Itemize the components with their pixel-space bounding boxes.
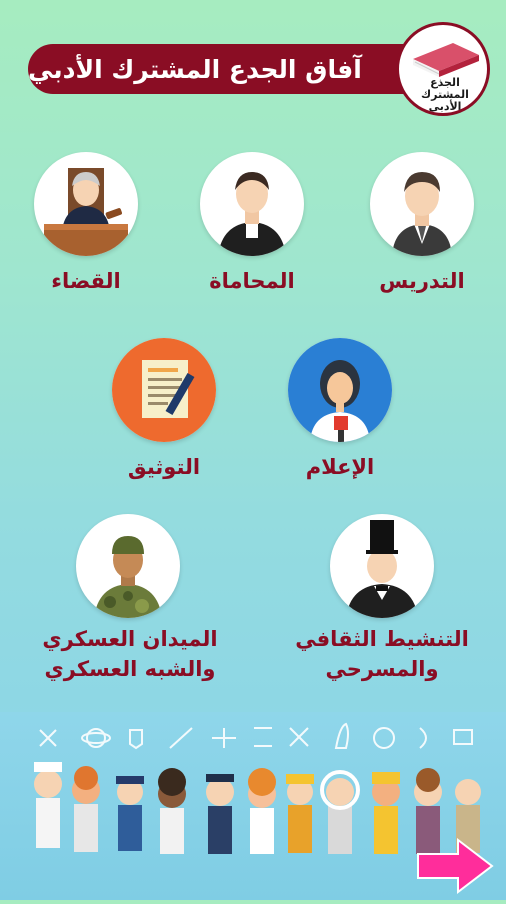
page-title: آفاق الجدع المشترك الأدبي — [28, 54, 362, 84]
soldier-circle[interactable] — [76, 514, 180, 618]
teacher-circle[interactable] — [370, 152, 474, 256]
lawyer-circle[interactable] — [200, 152, 304, 256]
teacher-icon — [392, 172, 452, 256]
career-label-media: الإعلام — [305, 455, 375, 479]
career-label-military-line2: والشبه العسكري — [44, 657, 216, 681]
career-label-judiciary: القضاء — [51, 269, 121, 293]
career-label-law: المحاماة — [209, 269, 295, 293]
lawyer-icon — [218, 172, 286, 256]
journalist-icon — [288, 338, 392, 442]
career-label-cultural-animation: التنشيط الثقافي والمسرحي — [276, 624, 488, 684]
career-label-military-line1: الميدان العسكري — [42, 627, 218, 651]
magician-icon — [346, 520, 418, 618]
next-button[interactable] — [414, 837, 494, 895]
career-label-cultural-line2: والمسرحي — [325, 657, 439, 681]
judge-circle[interactable] — [34, 152, 138, 256]
document-circle[interactable] — [112, 338, 216, 442]
badge-label: الجذع المشترك الأدبي — [421, 76, 469, 113]
soldier-icon — [94, 536, 162, 618]
journalist-circle[interactable] — [288, 338, 392, 442]
document-icon — [112, 338, 216, 442]
page-title-banner: آفاق الجدع المشترك الأدبي — [28, 44, 448, 94]
next-arrow-icon — [417, 837, 494, 895]
career-label-military: الميدان العسكري والشبه العسكري — [24, 624, 236, 684]
career-label-cultural-line1: التنشيط الثقافي — [295, 627, 469, 651]
judge-icon — [44, 168, 128, 256]
career-label-documentation: التوثيق — [127, 455, 201, 479]
book-badge: الجذع المشترك الأدبي — [396, 22, 490, 116]
magician-circle[interactable] — [330, 514, 434, 618]
career-label-teaching: التدريس — [379, 269, 465, 293]
